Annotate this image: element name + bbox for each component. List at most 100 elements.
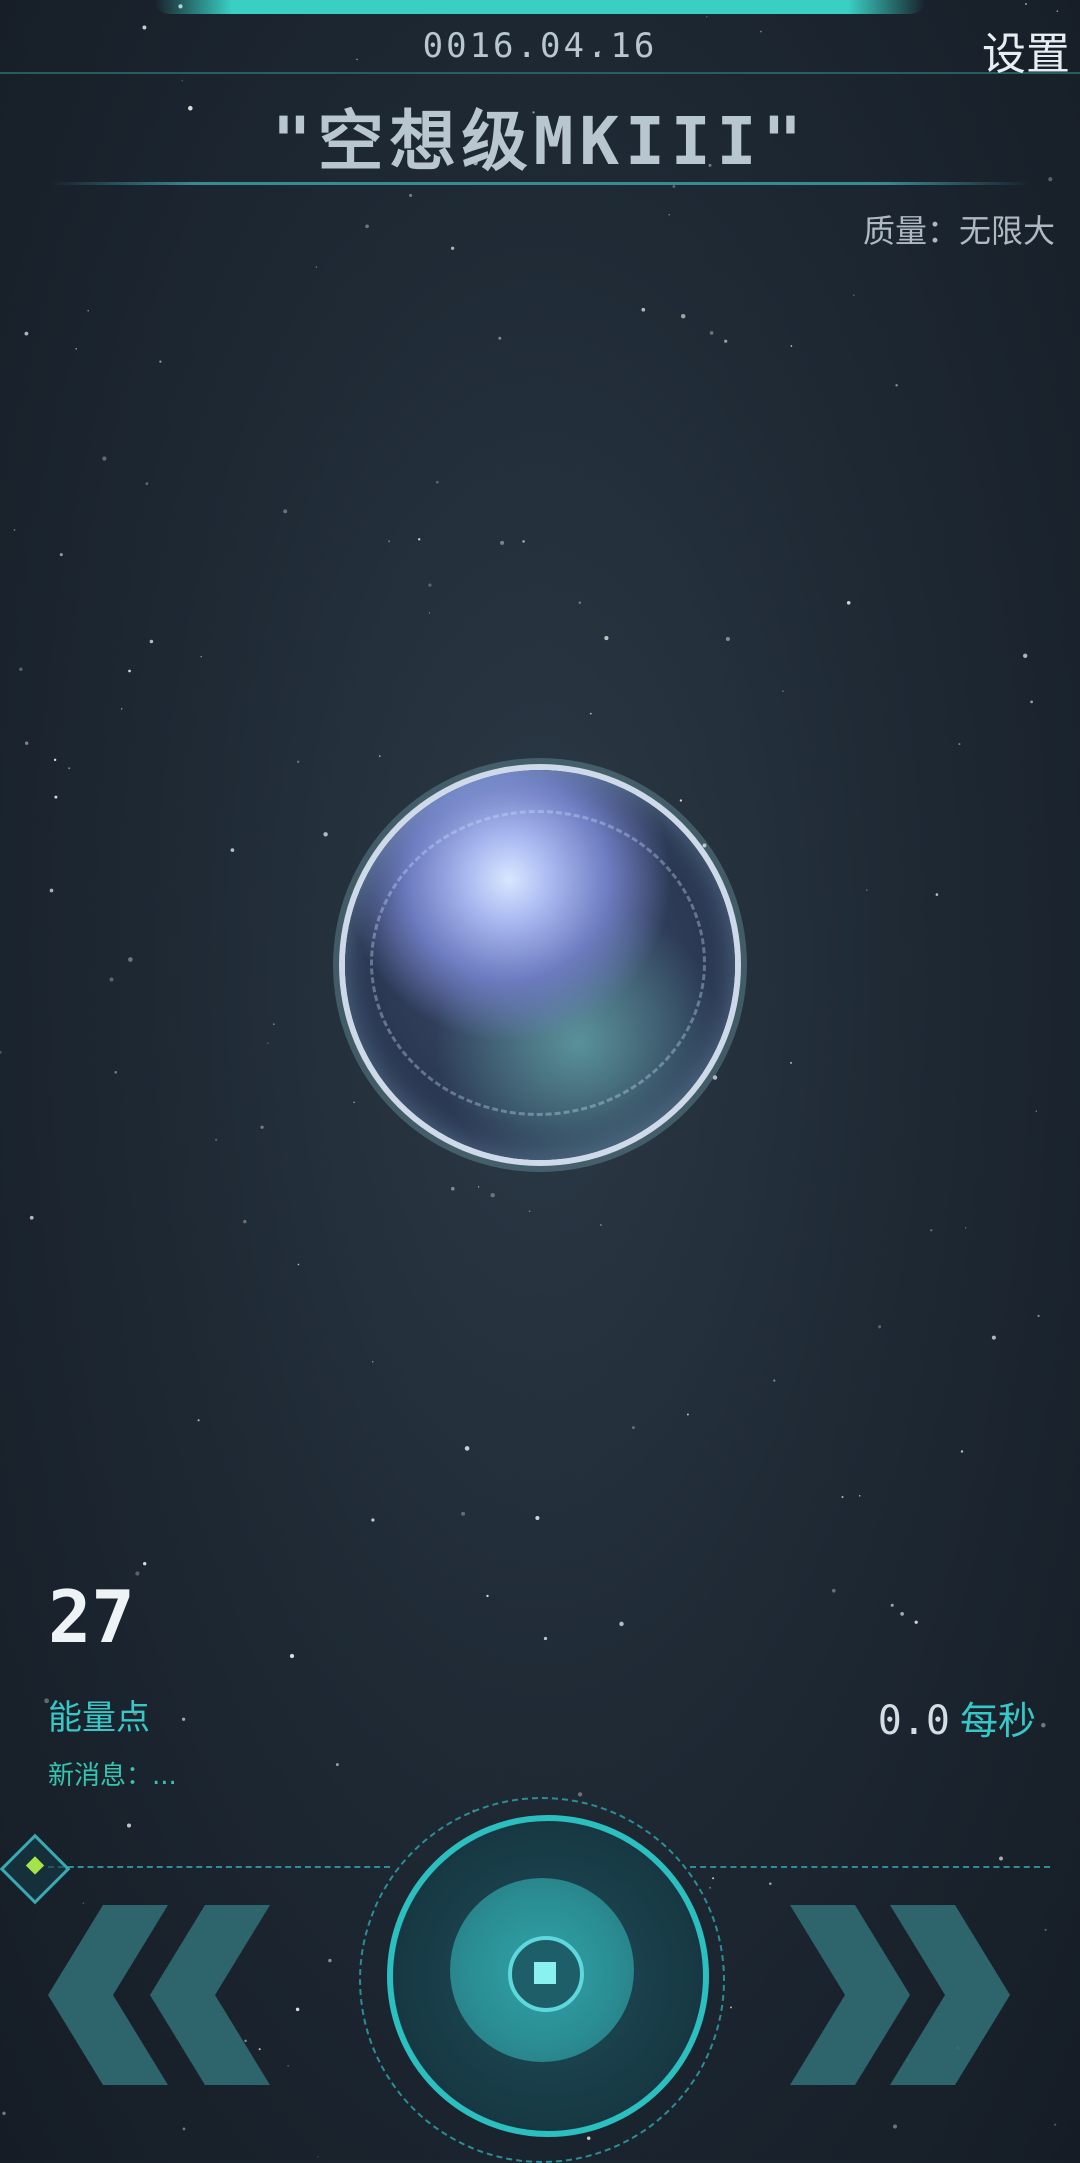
settings-button[interactable]: 设置 xyxy=(982,18,1070,82)
star xyxy=(450,1186,455,1191)
star xyxy=(846,601,851,605)
star xyxy=(29,1215,34,1220)
star xyxy=(323,832,328,837)
star xyxy=(1037,1314,1040,1318)
next-planet-button-secondary[interactable] xyxy=(890,1905,1010,2085)
star xyxy=(852,294,855,297)
previous-planet-button-secondary[interactable] xyxy=(150,1905,270,2085)
star xyxy=(477,1186,480,1188)
news-ticker[interactable]: 新消息：... xyxy=(48,1755,177,1792)
star xyxy=(260,1125,264,1129)
game-date: 0016.04.16 xyxy=(422,26,658,66)
star xyxy=(500,540,505,545)
star xyxy=(686,1413,689,1416)
star xyxy=(619,1621,624,1627)
star xyxy=(1035,1110,1037,1112)
title-divider xyxy=(50,182,1030,185)
star xyxy=(418,538,421,541)
star xyxy=(388,540,391,543)
star xyxy=(725,636,730,642)
star xyxy=(371,1361,374,1363)
star xyxy=(243,1219,247,1224)
star xyxy=(181,80,183,82)
star xyxy=(1056,10,1059,12)
star xyxy=(230,848,235,852)
star xyxy=(702,843,707,848)
star xyxy=(428,583,432,587)
star xyxy=(214,1138,218,1141)
star xyxy=(1044,1928,1047,1931)
star xyxy=(712,1877,715,1880)
star xyxy=(890,1603,894,1607)
star xyxy=(450,246,455,250)
star xyxy=(668,214,670,216)
star xyxy=(182,2127,186,2131)
star xyxy=(295,2007,300,2012)
star xyxy=(53,758,57,762)
star xyxy=(200,656,202,658)
star xyxy=(365,224,369,229)
star xyxy=(486,1594,489,1598)
star xyxy=(535,1515,540,1521)
star xyxy=(13,529,16,531)
star xyxy=(59,553,63,557)
star xyxy=(54,795,58,799)
star xyxy=(49,888,54,893)
star xyxy=(960,1450,964,1453)
star xyxy=(490,1192,495,1198)
star xyxy=(19,667,23,671)
star xyxy=(145,482,149,486)
star xyxy=(498,336,502,340)
star xyxy=(680,313,686,319)
star xyxy=(1024,2,1028,6)
star xyxy=(914,1620,918,1624)
star xyxy=(197,1419,200,1422)
star xyxy=(991,1335,996,1340)
star xyxy=(87,309,90,312)
star xyxy=(577,1792,583,1797)
star xyxy=(724,339,728,343)
star xyxy=(317,2156,319,2158)
star xyxy=(0,1050,2,1054)
star xyxy=(126,1823,132,1828)
star xyxy=(353,1101,355,1104)
star xyxy=(730,2006,732,2009)
star xyxy=(297,760,300,763)
star xyxy=(109,977,114,982)
star xyxy=(159,360,162,363)
star xyxy=(1023,653,1028,658)
star xyxy=(543,1636,548,1641)
star xyxy=(935,893,939,896)
star xyxy=(128,957,133,962)
star xyxy=(75,348,77,350)
star xyxy=(287,2065,289,2067)
star xyxy=(82,1902,85,1904)
star xyxy=(964,1227,967,1229)
star xyxy=(1054,2123,1057,2126)
star xyxy=(371,1518,375,1522)
star xyxy=(831,1588,836,1593)
star xyxy=(267,1042,269,1044)
star xyxy=(297,1263,300,1266)
star xyxy=(631,1426,635,1430)
planet-sphere[interactable] xyxy=(345,770,735,1160)
star xyxy=(68,767,71,770)
star xyxy=(782,690,784,692)
star xyxy=(706,16,708,18)
star xyxy=(930,1229,933,1232)
star xyxy=(120,708,123,710)
star xyxy=(283,509,288,514)
bottom-dash-left xyxy=(48,1866,390,1868)
star xyxy=(528,1210,531,1213)
star xyxy=(709,1886,712,1889)
energy-rate-value: 0.0 xyxy=(877,1698,950,1744)
star xyxy=(464,1446,470,1451)
star xyxy=(522,540,525,543)
bottom-dash-right xyxy=(690,1866,1050,1868)
star xyxy=(790,345,793,347)
star xyxy=(589,712,592,715)
energy-rate-unit: 每秒 xyxy=(959,1699,1036,1743)
star xyxy=(24,331,29,336)
star xyxy=(1041,1722,1046,1728)
core-button-icon xyxy=(508,1936,584,2012)
